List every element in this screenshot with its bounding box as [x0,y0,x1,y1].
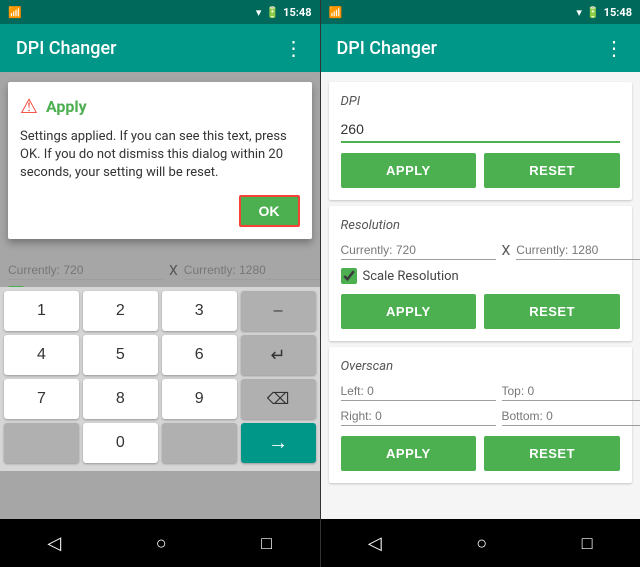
resolution-apply-button[interactable]: APPLY [341,294,477,329]
overscan-bottom-input[interactable] [502,407,640,426]
kb-enter[interactable]: ↵ [241,335,316,375]
kb-5[interactable]: 5 [83,335,158,375]
kb-6[interactable]: 6 [162,335,237,375]
battery-icon: 🔋 [265,6,279,19]
resolution-width-input[interactable] [341,241,496,260]
kb-minus[interactable]: – [241,291,316,331]
right-status-bar: 📶 ▾ 🔋 15:48 [321,0,640,24]
resolution-section: Resolution X Scale Resolution APPLY RESE… [329,206,633,341]
right-wifi-icon: ▾ [576,6,582,19]
kb-3[interactable]: 3 [162,291,237,331]
dpi-section: DPI APPLY RESET [329,82,633,200]
wifi-icon: ▾ [256,6,262,19]
left-width-input[interactable] [8,261,163,280]
left-content: ⚠ Apply Settings applied. If you can see… [0,72,320,519]
kb-row-2: 4 5 6 ↵ [4,335,316,375]
right-menu-icon[interactable]: ⋮ [604,36,624,60]
kb-4[interactable]: 4 [4,335,79,375]
kb-empty-right[interactable] [162,423,237,463]
left-home-button[interactable]: ○ [156,533,167,554]
right-nav-bar: ◁ ○ □ [321,519,640,567]
dialog-title-row: ⚠ Apply [20,94,300,118]
kb-go[interactable]: → [241,423,316,463]
kb-8[interactable]: 8 [83,379,158,419]
overscan-grid [341,382,621,426]
left-keyboard: 1 2 3 – 4 5 6 ↵ 7 8 9 ⌫ 0 → [0,287,320,471]
resolution-height-input[interactable] [516,241,640,260]
dialog-title-text: Apply [46,97,87,116]
left-back-button[interactable]: ◁ [47,533,61,554]
resolution-reset-button[interactable]: RESET [484,294,620,329]
apply-dialog: ⚠ Apply Settings applied. If you can see… [8,82,312,239]
left-time: 15:48 [283,6,311,19]
kb-9[interactable]: 9 [162,379,237,419]
left-phone-panel: 📶 ▾ 🔋 15:48 DPI Changer ⋮ ⚠ Apply Settin… [0,0,320,567]
overscan-right-input[interactable] [341,407,496,426]
kb-backspace[interactable]: ⌫ [241,379,316,419]
right-status-right: ▾ 🔋 15:48 [576,6,632,19]
overscan-reset-button[interactable]: RESET [484,436,620,471]
left-menu-icon[interactable]: ⋮ [284,36,304,60]
overscan-section: Overscan APPLY RESET [329,347,633,483]
right-status-left: 📶 [329,6,343,19]
resolution-scale-label: Scale Resolution [363,269,459,284]
right-back-button[interactable]: ◁ [368,533,382,554]
right-home-button[interactable]: ○ [476,533,487,554]
left-x-label: X [169,263,178,279]
kb-row-3: 7 8 9 ⌫ [4,379,316,419]
resolution-x-label: X [502,243,511,259]
overscan-top-input[interactable] [502,382,640,401]
right-toolbar: DPI Changer ⋮ [321,24,640,72]
signal-icon: 📶 [8,6,22,19]
right-battery-icon: 🔋 [586,6,600,19]
left-resolution-row: X [8,261,312,280]
resolution-label: Resolution [341,218,621,233]
right-app-title: DPI Changer [337,38,605,59]
overscan-button-row: APPLY RESET [341,436,621,471]
left-nav-bar: ◁ ○ □ [0,519,320,567]
warning-icon: ⚠ [20,94,38,118]
right-signal-icon: 📶 [329,6,343,19]
left-toolbar: DPI Changer ⋮ [0,24,320,72]
dpi-reset-button[interactable]: RESET [484,153,620,188]
overscan-apply-button[interactable]: APPLY [341,436,477,471]
right-time: 15:48 [604,6,632,19]
kb-row-4: 0 → [4,423,316,463]
dpi-apply-button[interactable]: APPLY [341,153,477,188]
resolution-button-row: APPLY RESET [341,294,621,329]
kb-row-1: 1 2 3 – [4,291,316,331]
left-height-input[interactable] [184,261,320,280]
right-content: DPI APPLY RESET Resolution X Scale Resol… [321,72,640,519]
kb-0[interactable]: 0 [83,423,158,463]
dpi-button-row: APPLY RESET [341,153,621,188]
left-status-left: 📶 [8,6,22,19]
kb-empty-left[interactable] [4,423,79,463]
dpi-input[interactable] [341,117,621,143]
resolution-scale-checkbox[interactable] [341,268,357,284]
dialog-ok-button[interactable]: OK [239,195,300,227]
left-app-title: DPI Changer [16,38,284,59]
overscan-label: Overscan [341,359,621,374]
kb-2[interactable]: 2 [83,291,158,331]
left-status-right: ▾ 🔋 15:48 [256,6,312,19]
kb-1[interactable]: 1 [4,291,79,331]
resolution-inputs: X [341,241,621,260]
right-recents-button[interactable]: □ [582,533,593,554]
overscan-left-input[interactable] [341,382,496,401]
kb-7[interactable]: 7 [4,379,79,419]
dialog-body: Settings applied. If you can see this te… [20,128,300,183]
left-recents-button[interactable]: □ [261,533,272,554]
resolution-scale-row: Scale Resolution [341,268,621,284]
dpi-label: DPI [341,94,621,109]
right-phone-panel: 📶 ▾ 🔋 15:48 DPI Changer ⋮ DPI APPLY RESE… [321,0,640,567]
left-status-bar: 📶 ▾ 🔋 15:48 [0,0,320,24]
